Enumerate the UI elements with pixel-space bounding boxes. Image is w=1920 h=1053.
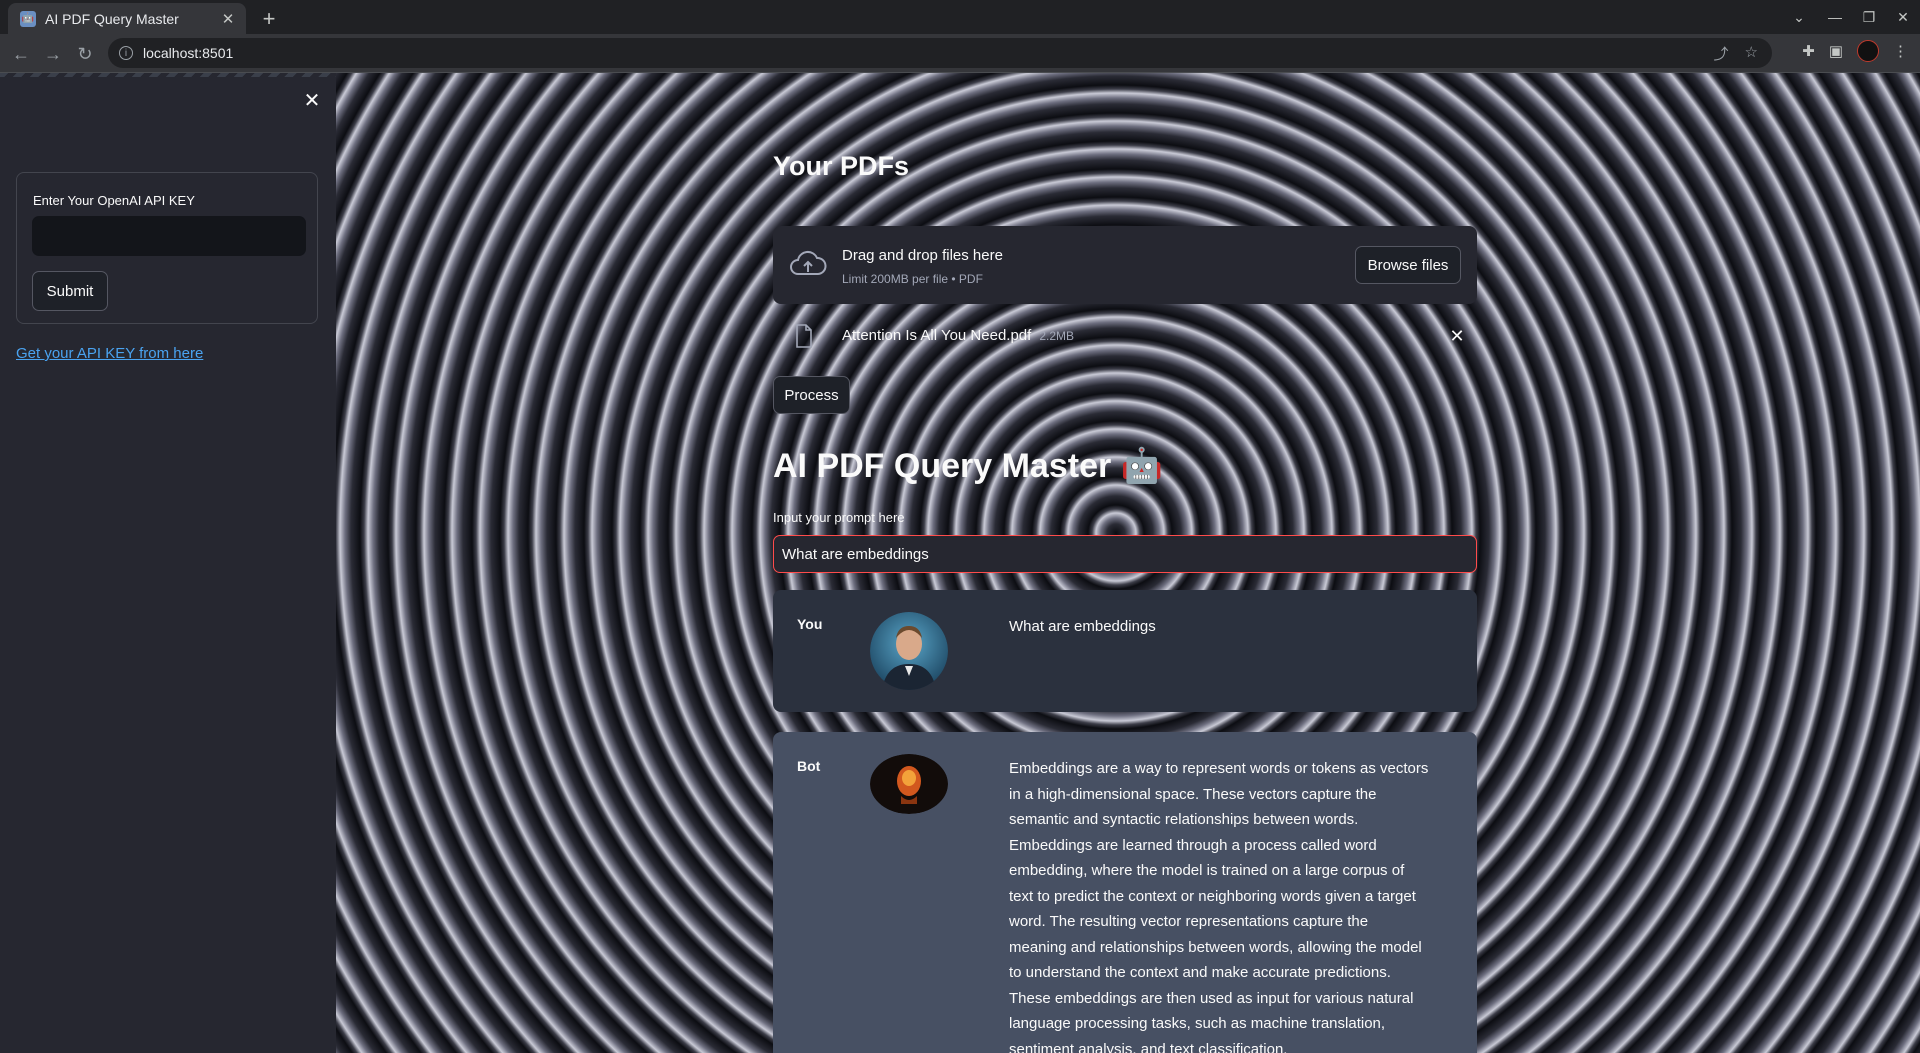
drop-title: Drag and drop files here <box>842 247 1003 264</box>
prompt-label: Input your prompt here <box>773 510 905 525</box>
share-icon[interactable]: ⤴ <box>1714 43 1729 64</box>
sidebar-close-icon[interactable]: ✕ <box>302 90 322 112</box>
message-sender: Bot <box>797 758 821 774</box>
browser-toolbar: ← → ↻ i localhost:8501 ⤴ ☆ ✚ ▣ ⋮ <box>0 34 1920 73</box>
side-panel-icon[interactable]: ▣ <box>1829 42 1843 60</box>
window-close-icon[interactable]: ✕ <box>1886 0 1920 34</box>
cloud-upload-icon <box>790 250 827 275</box>
sidebar: ✕ Enter Your OpenAI API KEY Submit Get y… <box>0 73 336 1053</box>
api-key-form: Enter Your OpenAI API KEY Submit <box>16 172 318 324</box>
drop-limit-text: Limit 200MB per file • PDF <box>842 272 983 286</box>
profile-avatar[interactable] <box>1857 40 1879 62</box>
api-key-input[interactable] <box>32 216 306 256</box>
tab-search-icon[interactable]: ⌄ <box>1782 0 1816 34</box>
forward-icon[interactable]: → <box>40 41 66 67</box>
sidebar-decoration-stripe <box>0 73 336 77</box>
submit-button[interactable]: Submit <box>32 271 108 311</box>
app-title: AI PDF Query Master 🤖 <box>773 447 1163 485</box>
back-icon[interactable]: ← <box>8 41 34 67</box>
uploaded-file-row: Attention Is All You Need.pdf 2.2MB ✕ <box>773 316 1477 360</box>
site-info-icon[interactable]: i <box>119 46 133 60</box>
reload-icon[interactable]: ↻ <box>72 41 98 67</box>
browser-tab[interactable]: 🤖 AI PDF Query Master ✕ <box>8 3 246 34</box>
address-bar[interactable]: i localhost:8501 ⤴ ☆ <box>108 38 1772 68</box>
minimize-icon[interactable]: — <box>1818 0 1852 34</box>
browse-files-button[interactable]: Browse files <box>1355 246 1461 284</box>
user-avatar <box>870 612 948 690</box>
api-key-link[interactable]: Get your API KEY from here <box>16 345 203 362</box>
streamlit-favicon-icon: 🤖 <box>20 10 36 27</box>
api-key-label: Enter Your OpenAI API KEY <box>33 193 195 208</box>
bookmark-star-icon[interactable]: ☆ <box>1745 43 1758 64</box>
message-text: What are embeddings <box>1009 618 1156 635</box>
file-name: Attention Is All You Need.pdf 2.2MB <box>842 327 1074 344</box>
file-uploader-dropzone[interactable]: Drag and drop files here Limit 200MB per… <box>773 226 1477 304</box>
file-icon <box>796 324 812 348</box>
remove-file-icon[interactable]: ✕ <box>1447 326 1467 346</box>
browser-menu-icon[interactable]: ⋮ <box>1893 42 1908 60</box>
extensions-icon[interactable]: ✚ <box>1802 42 1815 60</box>
file-size: 2.2MB <box>1039 329 1074 343</box>
tab-close-icon[interactable]: ✕ <box>218 9 238 29</box>
file-name-text: Attention Is All You Need.pdf <box>842 327 1032 344</box>
message-sender: You <box>797 616 823 632</box>
restore-icon[interactable]: ❐ <box>1852 0 1886 34</box>
bot-message: Bot Embeddings are a way to represent wo… <box>773 732 1477 1053</box>
pdfs-heading: Your PDFs <box>773 151 910 181</box>
bot-avatar <box>870 754 948 814</box>
prompt-input[interactable] <box>773 535 1477 573</box>
process-button[interactable]: Process <box>773 376 850 414</box>
tab-title: AI PDF Query Master <box>45 10 179 27</box>
user-message: You What are embeddings <box>773 590 1477 712</box>
message-text: Embeddings are a way to represent words … <box>1009 760 1429 1053</box>
main-content-area: Your PDFs Drag and drop files here Limit… <box>336 73 1920 1053</box>
browser-tab-bar: 🤖 AI PDF Query Master ✕ + ⌄ — ❐ ✕ <box>0 0 1920 34</box>
new-tab-icon[interactable]: + <box>256 6 282 32</box>
address-url: localhost:8501 <box>143 45 234 61</box>
